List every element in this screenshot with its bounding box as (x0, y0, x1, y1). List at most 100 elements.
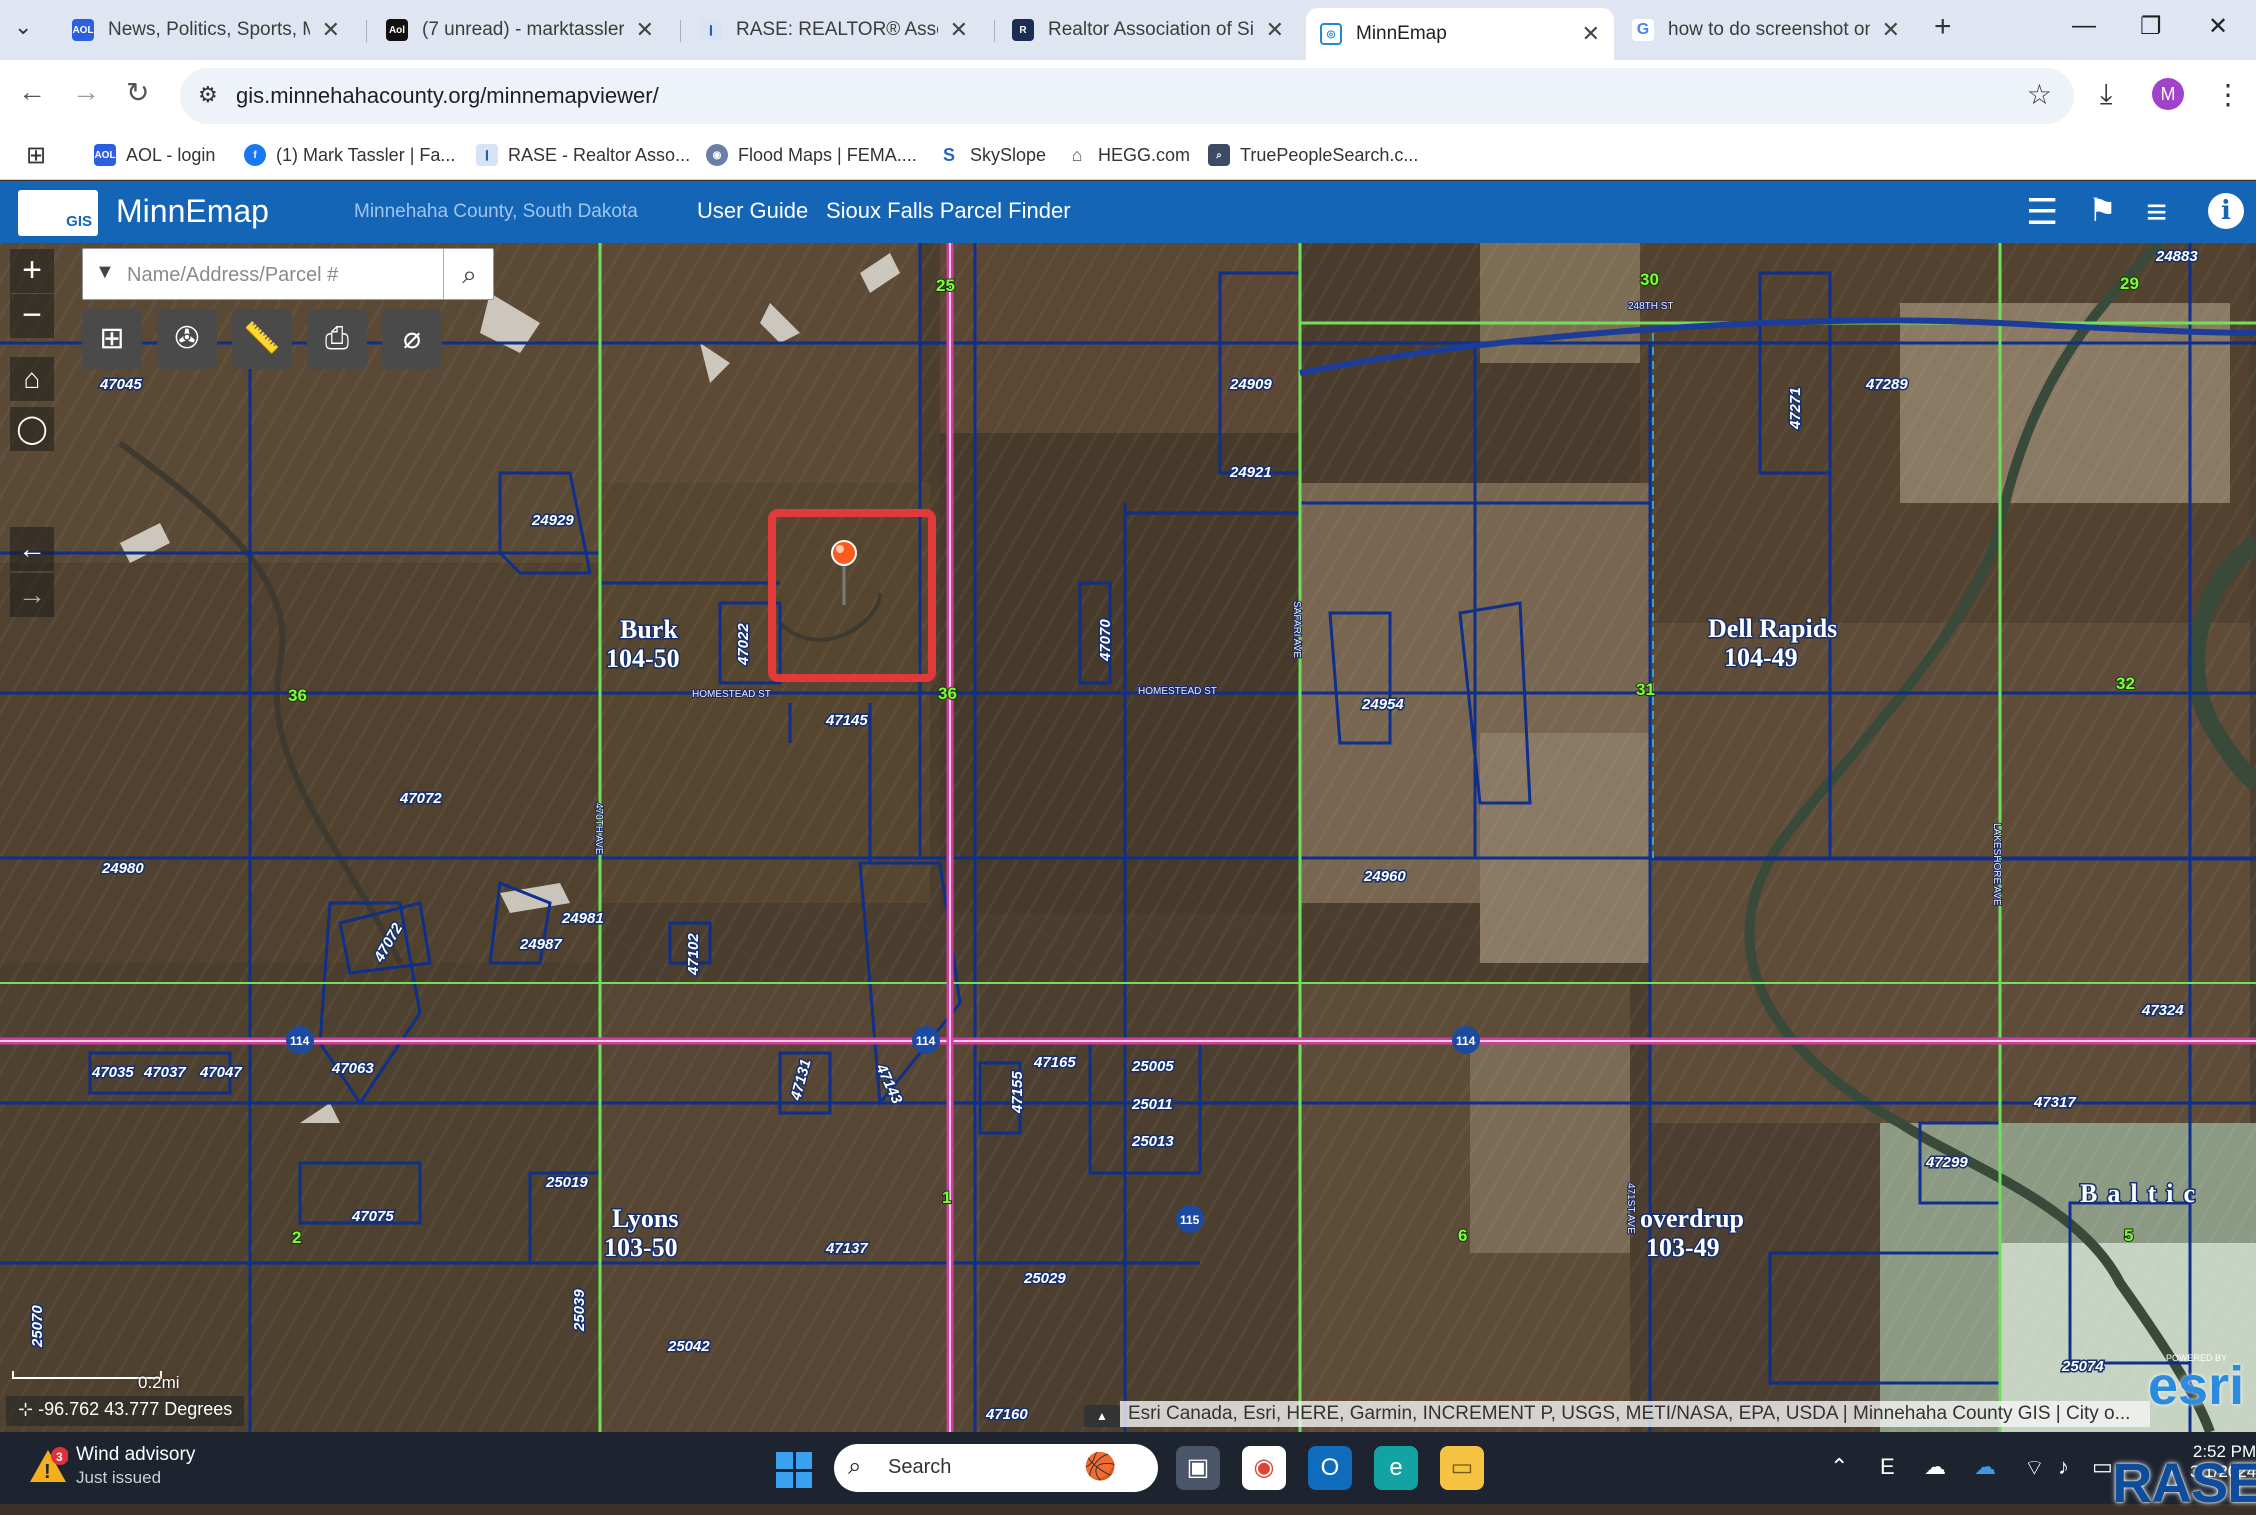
township-range: 103-50 (604, 1233, 678, 1262)
new-tab-icon[interactable]: + (1934, 10, 1952, 44)
layers-icon[interactable]: ☰ (2026, 191, 2058, 233)
user-guide-link[interactable]: User Guide (697, 198, 808, 224)
legend-icon[interactable]: ⚑ (2088, 191, 2117, 229)
tab-google-search[interactable]: G how to do screenshot on ✕ (1618, 8, 1914, 52)
bookmark-truepeoplesearch[interactable]: ⌕ TruePeopleSearch.c... (1208, 138, 1418, 172)
bookmark-skyslope[interactable]: S SkySlope (938, 138, 1046, 172)
file-explorer-icon[interactable]: ▭ (1440, 1446, 1484, 1490)
parcel-number: 24981 (561, 910, 604, 927)
windows-taskbar: ! 3 Wind advisory Just issued ⌕ Search 🏀… (0, 1432, 2256, 1504)
search-icon: ⌕ (848, 1453, 862, 1480)
battery-icon[interactable]: ▭ (2092, 1454, 2113, 1480)
parcel-number: 47160 (985, 1406, 1028, 1423)
forward-icon[interactable]: → (72, 76, 100, 108)
profile-avatar[interactable]: M (2152, 78, 2184, 110)
edge-icon[interactable]: e (1374, 1446, 1418, 1490)
list-icon[interactable]: ≡ (2146, 191, 2167, 233)
close-icon[interactable]: ✕ (1582, 21, 1600, 47)
weather-widget[interactable]: ! 3 (28, 1446, 69, 1486)
info-icon[interactable]: i (2208, 193, 2244, 229)
onedrive-icon[interactable]: ☁ (1974, 1454, 1996, 1480)
zoom-in-button[interactable]: + (10, 249, 54, 293)
svg-text:!: ! (44, 1461, 51, 1483)
parcel-number: 24980 (101, 860, 144, 877)
close-icon[interactable]: ✕ (1882, 17, 1900, 43)
locate-icon[interactable]: ◯ (10, 407, 54, 451)
close-icon[interactable]: ✕ (1266, 17, 1284, 43)
bookmark-star-icon[interactable]: ☆ (2027, 78, 2052, 111)
bookmark-label: (1) Mark Tassler | Fa... (276, 144, 456, 165)
tab-minnemap[interactable]: ◎ MinnEmap ✕ (1306, 8, 1614, 60)
address-bar[interactable]: ⚙ gis.minnehahacounty.org/minnemapviewer… (180, 68, 2074, 124)
parcel-number: 25042 (667, 1338, 710, 1355)
search-source-dropdown-icon[interactable]: ▼ (95, 261, 115, 284)
tray-cloud-error-icon[interactable]: ☁ (1924, 1454, 1946, 1480)
outlook-icon[interactable]: O (1308, 1446, 1352, 1490)
bookmark-aol[interactable]: AOL AOL - login (94, 138, 215, 172)
close-icon[interactable]: ✕ (636, 17, 654, 43)
restore-icon[interactable]: ❐ (2140, 12, 2162, 41)
realtor-icon: R (1012, 19, 1034, 41)
tab-realtor[interactable]: R Realtor Association of Sio ✕ (998, 8, 1298, 52)
close-icon[interactable]: ✕ (950, 17, 968, 43)
tab-aol-news[interactable]: AOL News, Politics, Sports, Ma ✕ (58, 8, 354, 52)
back-icon[interactable]: ← (18, 76, 46, 108)
aerial-map[interactable]: Burk 104-50 Dell Rapids 104-49 Lyons 103… (0, 243, 2256, 1432)
map-view[interactable]: Burk 104-50 Dell Rapids 104-49 Lyons 103… (0, 243, 2256, 1432)
measure-ruler-icon[interactable]: 📏 (232, 309, 292, 369)
tab-aol-mail[interactable]: Aol (7 unread) - marktassler@ ✕ (372, 8, 668, 52)
tab-search-icon[interactable]: ⌄ (14, 14, 32, 40)
volume-icon[interactable]: ♪ (2058, 1454, 2069, 1480)
reload-icon[interactable]: ↻ (126, 76, 149, 109)
rase-icon: ❙ (700, 19, 722, 41)
section-number: 32 (2116, 674, 2135, 693)
rase-watermark: RASE (2112, 1451, 2256, 1514)
search-input[interactable] (127, 259, 427, 291)
basemap-gallery-icon[interactable]: ⊞ (82, 309, 142, 369)
taskbar-search[interactable]: ⌕ Search 🏀 (834, 1444, 1158, 1492)
tray-app-icon[interactable]: E (1880, 1454, 1895, 1480)
bookmark-fema[interactable]: ◉ Flood Maps | FEMA.... (706, 138, 917, 172)
menu-icon[interactable]: ⋮ (2214, 78, 2242, 111)
apps-grid-icon[interactable]: ⊞ (26, 138, 46, 172)
close-icon[interactable]: ✕ (322, 17, 340, 43)
zoom-out-button[interactable]: − (10, 294, 54, 338)
url-text[interactable]: gis.minnehahacounty.org/minnemapviewer/ (236, 83, 659, 109)
parcel-number: 47072 (399, 790, 442, 807)
minnemap-icon: ◎ (1320, 23, 1342, 45)
home-icon[interactable]: ⌂ (10, 357, 54, 401)
weather-title[interactable]: Wind advisory (76, 1444, 195, 1466)
parcel-number: 25074 (2061, 1358, 2104, 1375)
parcel-number: 24921 (1229, 464, 1272, 481)
esri-logo[interactable]: esri (2148, 1355, 2244, 1417)
township-name: Lyons (612, 1204, 679, 1233)
clear-graphics-icon[interactable]: ⌀ (382, 309, 442, 369)
township-range: 104-49 (1724, 643, 1798, 672)
tab-rase[interactable]: ❙ RASE: REALTOR® Associati ✕ (686, 8, 982, 52)
window-close-icon[interactable]: ✕ (2208, 12, 2228, 41)
county-subtitle: Minnehaha County, South Dakota (354, 201, 638, 222)
bookmark-rase[interactable]: ❙ RASE - Realtor Asso... (476, 138, 690, 172)
section-number: 2 (292, 1228, 301, 1247)
download-icon[interactable]: ⤓ (2100, 78, 2112, 111)
windows-start-icon[interactable] (776, 1452, 812, 1488)
site-settings-icon[interactable]: ⚙ (198, 82, 218, 108)
attribution-toggle[interactable]: ▲ (1084, 1405, 1120, 1427)
search-icon[interactable]: ⌕ (443, 249, 495, 299)
highway-shield: 115 (1176, 1205, 1204, 1233)
layer-list-icon[interactable]: ✇ (157, 309, 217, 369)
wifi-icon[interactable]: ⌔ (2024, 1454, 2045, 1482)
next-extent-icon[interactable]: → (10, 573, 54, 617)
magnifier-icon: ⌕ (1208, 144, 1230, 166)
bookmark-facebook[interactable]: f (1) Mark Tassler | Fa... (244, 138, 455, 172)
print-icon[interactable]: ⎙ (307, 309, 367, 369)
road-name: 470TH AVE (593, 803, 604, 855)
task-view-icon[interactable]: ▣ (1176, 1446, 1220, 1490)
previous-extent-icon[interactable]: ← (10, 527, 54, 571)
minimize-icon[interactable]: — (2072, 12, 2096, 40)
tray-overflow-icon[interactable]: ⌃ (1830, 1454, 1848, 1480)
tab-title: Realtor Association of Sio (1048, 19, 1254, 40)
parcel-finder-link[interactable]: Sioux Falls Parcel Finder (826, 198, 1071, 224)
bookmark-hegg[interactable]: ⌂ HEGG.com (1066, 138, 1190, 172)
chrome-icon[interactable]: ◉ (1242, 1446, 1286, 1490)
